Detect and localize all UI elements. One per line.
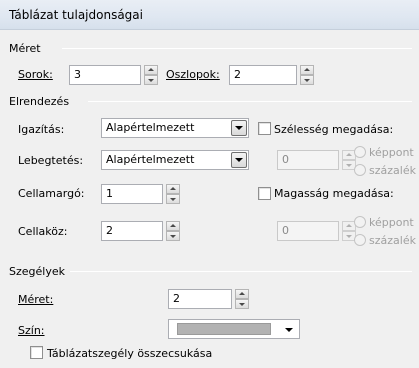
width-checkbox-label: Szélesség megadása:: [274, 123, 394, 136]
alignment-select[interactable]: Alapértelmezett: [101, 118, 249, 138]
borders-group-label: Szegélyek: [9, 265, 65, 278]
color-dropdown-icon[interactable]: [285, 328, 293, 332]
alignment-dropdown-icon[interactable]: [231, 120, 247, 136]
cell-spacing-label: Cellaköz:: [18, 225, 68, 238]
table-properties-dialog: Táblázat tulajdonságai Méret Sorok: 3 Os…: [0, 0, 419, 368]
float-label: Lebegtetés:: [18, 154, 84, 167]
border-color-label: Szín:: [18, 324, 45, 337]
rows-input[interactable]: 3: [69, 65, 141, 85]
width-percent-radio[interactable]: [354, 164, 366, 176]
float-select[interactable]: Alapértelmezett: [101, 150, 249, 170]
cell-spacing-stepper[interactable]: [166, 221, 180, 241]
width-pixels-radio[interactable]: [354, 146, 366, 158]
collapse-borders-label: Táblázatszegély összecsukása: [47, 347, 213, 360]
height-value-input[interactable]: 0: [277, 221, 339, 241]
columns-stepper[interactable]: [300, 65, 314, 85]
cell-padding-up-arrow-icon[interactable]: [166, 184, 180, 194]
border-size-up-arrow-icon[interactable]: [235, 289, 249, 299]
border-size-label: Méret:: [18, 293, 54, 306]
width-pixels-label: képpont: [369, 146, 414, 159]
rows-down-arrow-icon[interactable]: [144, 75, 158, 85]
height-checkbox-label: Magasság megadása:: [274, 187, 394, 200]
columns-up-arrow-icon[interactable]: [300, 65, 314, 75]
rows-up-arrow-icon[interactable]: [144, 65, 158, 75]
height-percent-label: százalék: [369, 234, 416, 247]
border-size-input[interactable]: 2: [168, 289, 232, 309]
height-pixels-label: képpont: [369, 216, 414, 229]
height-pixels-radio[interactable]: [354, 216, 366, 228]
borders-group-separator: [70, 271, 412, 272]
cell-padding-label: Cellamargó:: [18, 187, 85, 200]
columns-label: Oszlopok:: [166, 68, 220, 81]
border-size-down-arrow-icon[interactable]: [235, 299, 249, 309]
layout-group-separator: [88, 101, 412, 102]
border-size-stepper[interactable]: [235, 289, 249, 309]
layout-group-label: Elrendezés: [9, 95, 70, 108]
border-color-picker[interactable]: [168, 319, 300, 339]
height-checkbox[interactable]: [258, 187, 271, 200]
columns-input[interactable]: 2: [229, 65, 297, 85]
cell-spacing-down-arrow-icon[interactable]: [166, 231, 180, 241]
cell-spacing-up-arrow-icon[interactable]: [166, 221, 180, 231]
title-bar: Táblázat tulajdonságai: [0, 0, 419, 30]
cell-padding-input[interactable]: 1: [101, 184, 163, 204]
cell-padding-down-arrow-icon[interactable]: [166, 194, 180, 204]
alignment-label: Igazítás:: [18, 123, 65, 136]
size-group-separator: [62, 48, 412, 49]
cell-padding-stepper[interactable]: [166, 184, 180, 204]
rows-label: Sorok:: [18, 68, 53, 81]
rows-stepper[interactable]: [144, 65, 158, 85]
dialog-title: Táblázat tulajdonságai: [9, 8, 143, 22]
width-value-input[interactable]: 0: [277, 150, 339, 170]
float-dropdown-icon[interactable]: [231, 152, 247, 168]
width-checkbox[interactable]: [258, 122, 271, 135]
columns-down-arrow-icon[interactable]: [300, 75, 314, 85]
border-color-swatch: [177, 323, 271, 335]
float-selected-value: Alapértelmezett: [106, 153, 195, 166]
height-percent-radio[interactable]: [354, 234, 366, 246]
size-group-label: Méret: [9, 42, 41, 55]
alignment-selected-value: Alapértelmezett: [106, 121, 195, 134]
collapse-borders-checkbox[interactable]: [30, 346, 43, 359]
width-percent-label: százalék: [369, 164, 416, 177]
cell-spacing-input[interactable]: 2: [101, 221, 163, 241]
